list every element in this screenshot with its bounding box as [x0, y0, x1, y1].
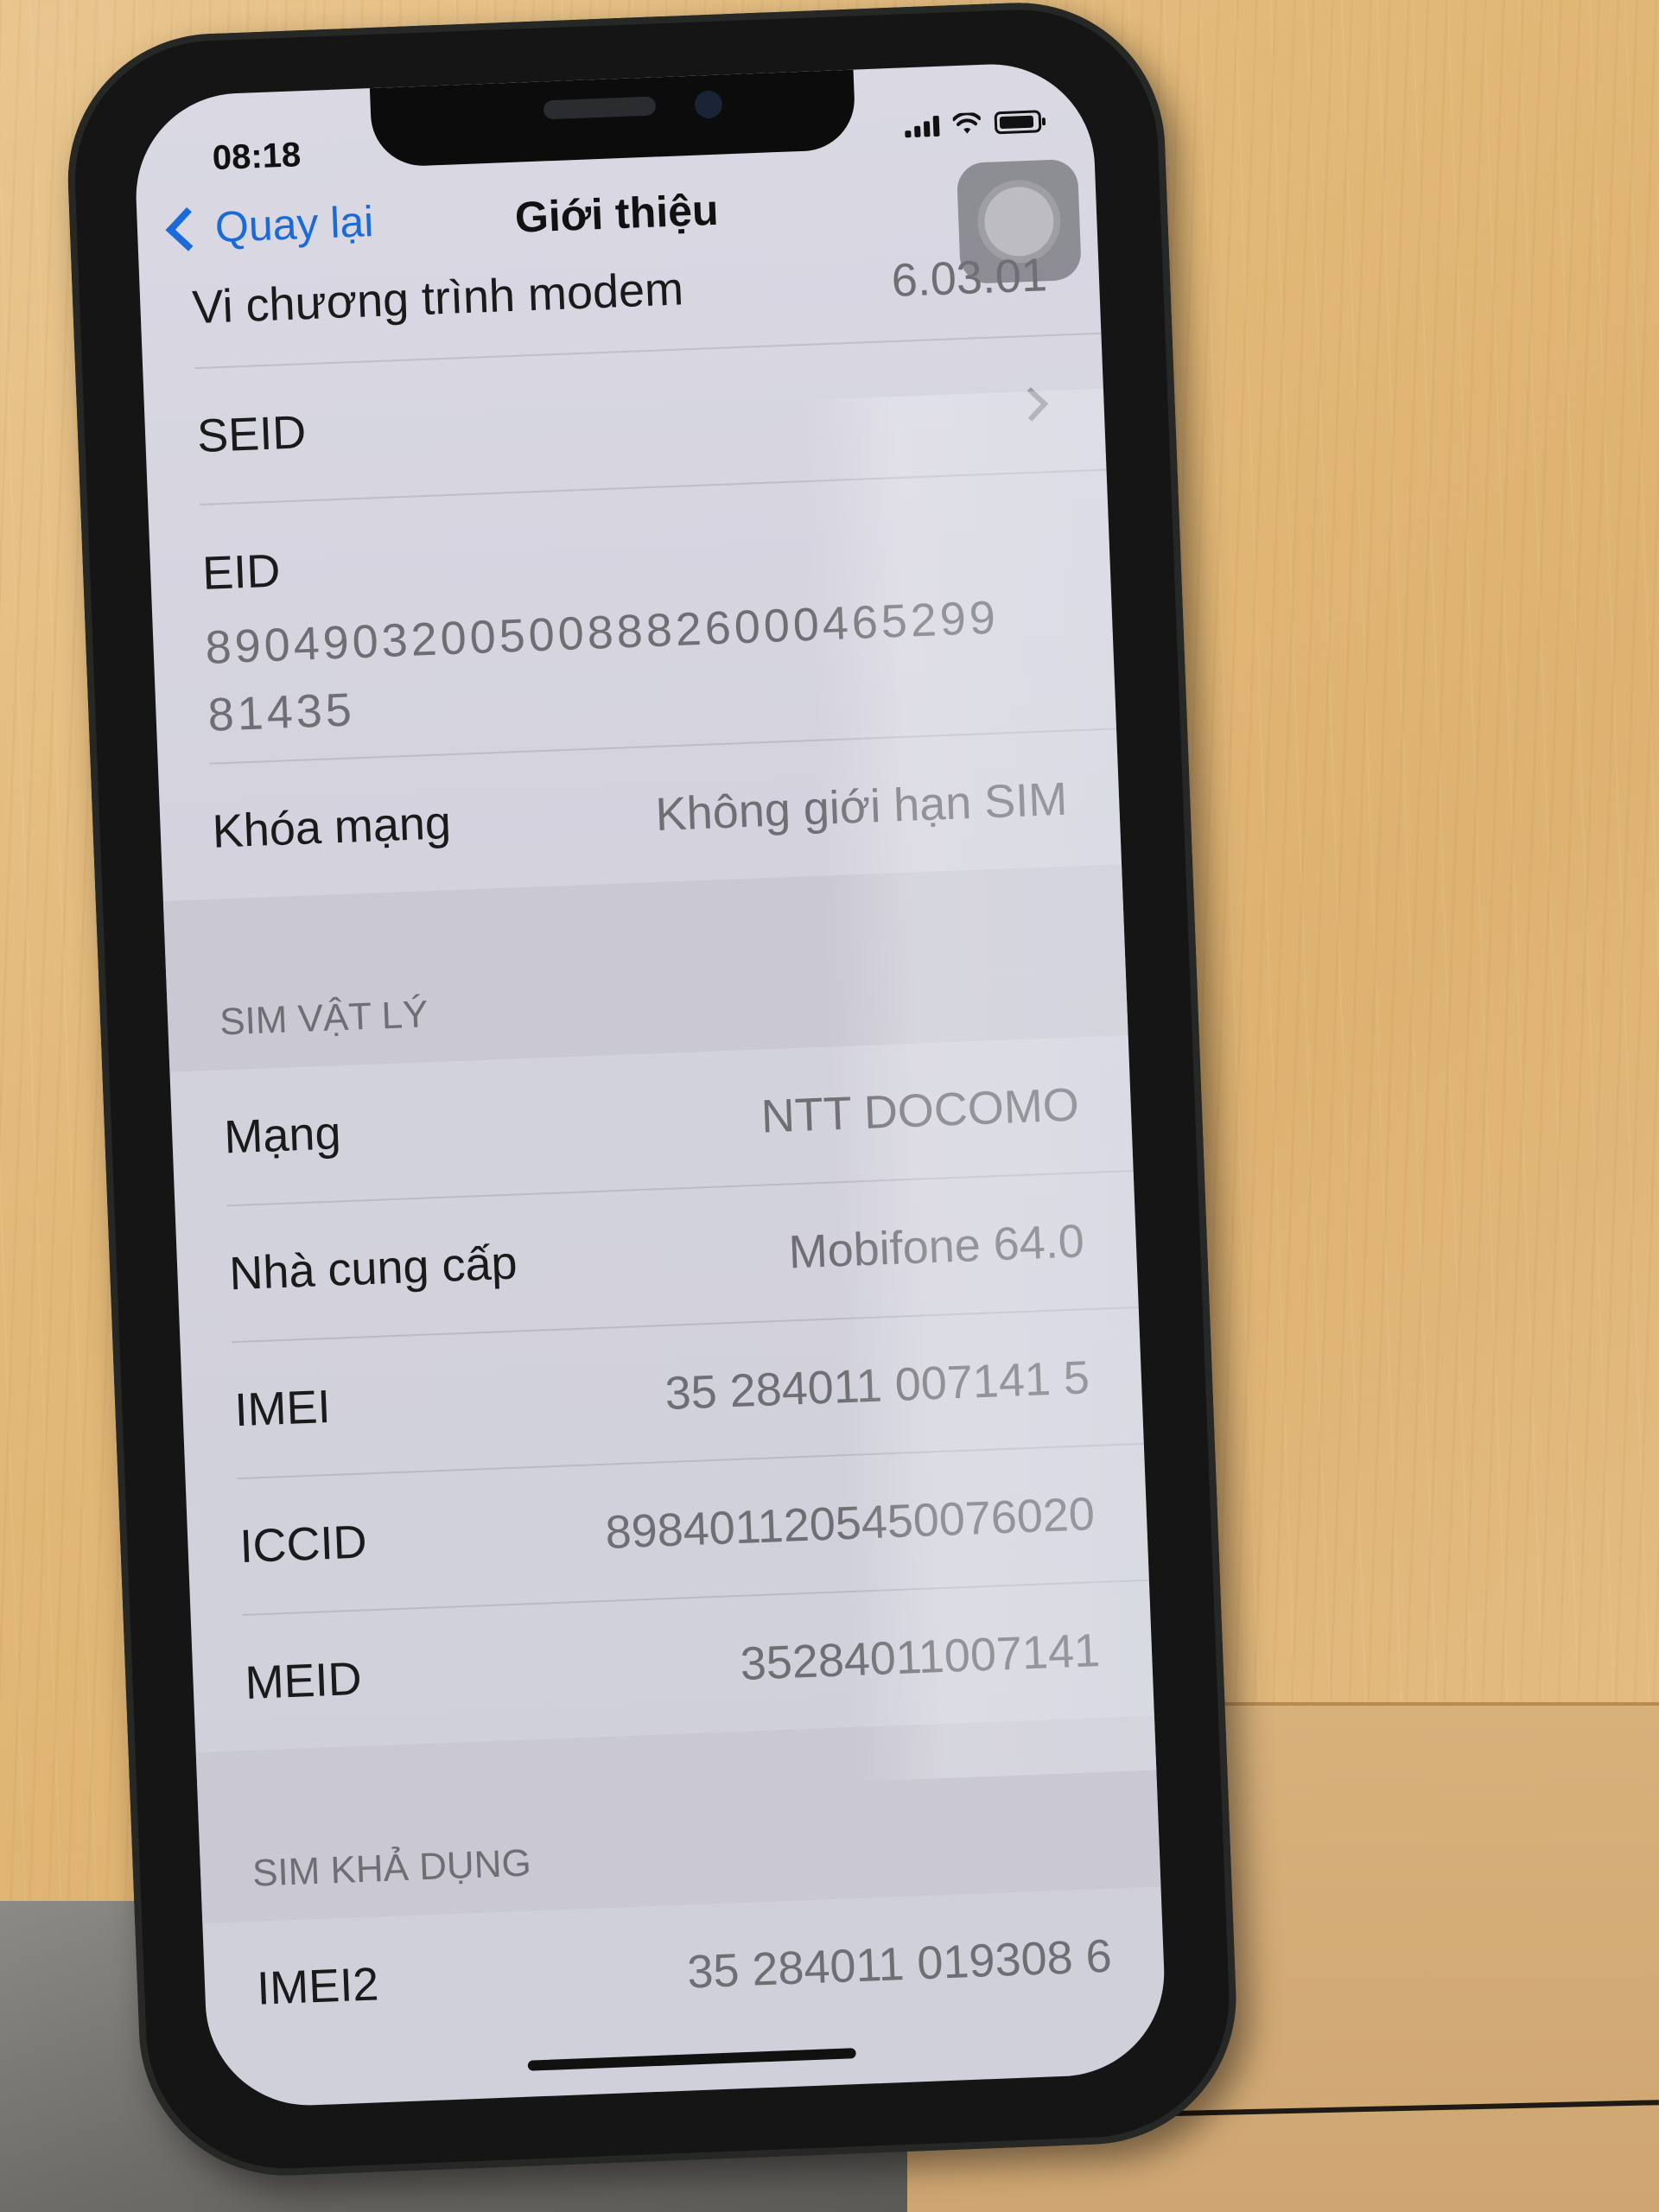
- imei-value: 35 284011 007141 5: [664, 1351, 1090, 1421]
- iccid-value: 8984011205450076020: [604, 1488, 1096, 1559]
- chevron-right-icon: [1014, 387, 1049, 422]
- network-lock-label: Khóa mạng: [211, 797, 452, 858]
- eid-label: EID: [201, 544, 282, 600]
- status-time: 08:18: [212, 136, 302, 178]
- phone-screen: 08:18 Quay lại Giới thiệu Vi chương trìn…: [132, 60, 1168, 2109]
- meid-label: MEID: [244, 1652, 363, 1709]
- iccid-label: ICCID: [238, 1516, 368, 1573]
- network-lock-value: Không giới hạn SIM: [654, 772, 1069, 841]
- front-camera-icon: [694, 90, 723, 119]
- battery-icon: [994, 110, 1042, 135]
- network-value: NTT DOCOMO: [760, 1078, 1080, 1143]
- list-item-eid: EID 890490320050088826000465299 81435: [200, 470, 1117, 765]
- eid-value: 890490320050088826000465299 81435: [204, 582, 1038, 749]
- page-title: Giới thiệu: [513, 185, 720, 242]
- carrier-value: Mobifone 64.0: [787, 1215, 1085, 1279]
- imei2-label: IMEI2: [256, 1958, 380, 2015]
- phone: 08:18 Quay lại Giới thiệu Vi chương trìn…: [62, 0, 1259, 2198]
- meid-value: 35284011007141: [739, 1624, 1102, 1690]
- speaker-grille: [543, 96, 657, 120]
- network-label: Mạng: [223, 1107, 342, 1164]
- status-icons: [905, 110, 1042, 138]
- wifi-icon: [952, 111, 982, 134]
- about-list: Vi chương trình modem 6.03.01 SEID EID 8…: [139, 245, 1166, 2058]
- seid-label: SEID: [196, 406, 308, 463]
- imei2-value: 35 284011 019308 6: [686, 1929, 1113, 1999]
- home-indicator[interactable]: [527, 2048, 856, 2071]
- modem-firmware-value: 6.03.01: [890, 249, 1048, 308]
- imei-label: IMEI: [233, 1380, 332, 1437]
- cellular-signal-icon: [905, 115, 940, 138]
- carrier-label: Nhà cung cấp: [228, 1236, 518, 1300]
